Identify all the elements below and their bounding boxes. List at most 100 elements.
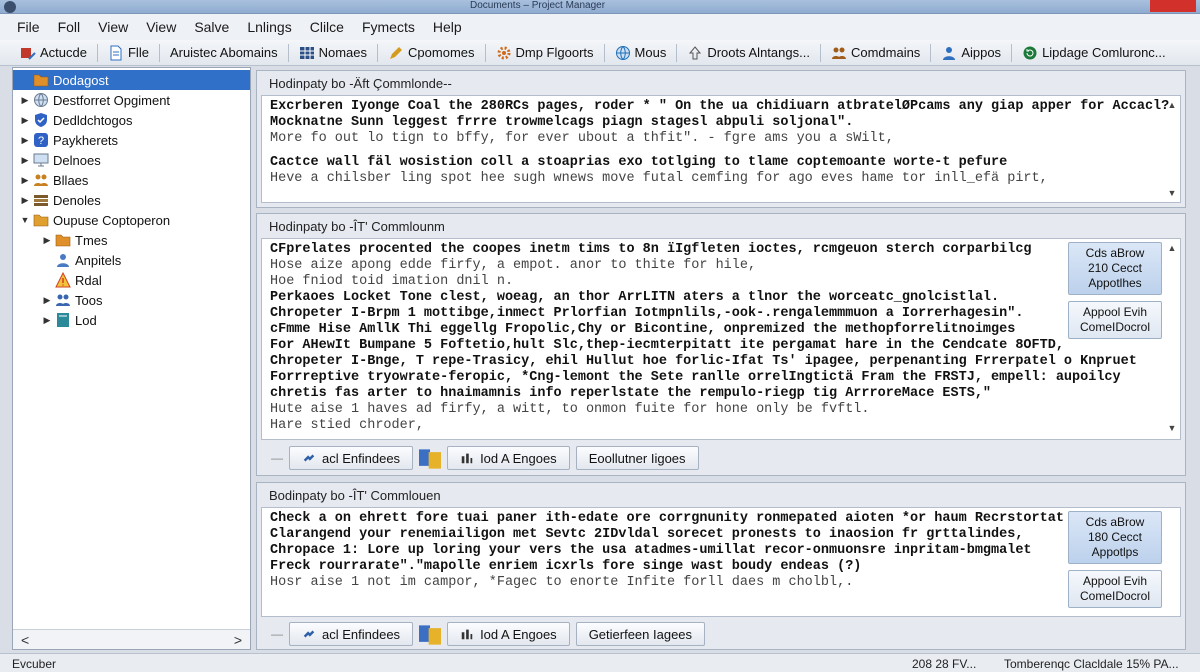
expand-arrow-icon[interactable]: ▼ (19, 215, 31, 225)
content-panel-2: Hodinpaty bo -ÎT' Commlounm CFprelates p… (256, 213, 1186, 476)
app-icon (4, 1, 16, 13)
tree-item[interactable]: ▶ Denoles (13, 190, 250, 210)
expand-arrow-icon[interactable]: ▶ (19, 95, 31, 106)
toolbar-separator (287, 43, 289, 62)
shield-icon (33, 112, 49, 128)
menu-item-file[interactable]: File (8, 19, 49, 35)
text-line: Hose aize apong edde firfy, a empot. ano… (270, 258, 757, 273)
tree-item[interactable]: Anpitels (13, 250, 250, 270)
tree-item[interactable]: ▼ Oupuse Coptoperon (13, 210, 250, 230)
toolbar-button-aruistec-abomains[interactable]: Aruistec Abomains (164, 42, 284, 64)
tree-item[interactable]: Rdal (13, 270, 250, 290)
users-icon (55, 252, 71, 268)
menu-item-lnlings[interactable]: Lnlings (238, 19, 300, 35)
panel-text-area[interactable]: Excrberen Iyonge Coal the 280RCs pages, … (261, 95, 1181, 203)
footer-button-iod-a-engoes[interactable]: Iod A Engoes (447, 446, 570, 470)
vertical-scrollbar[interactable]: ▲ ▼ (1166, 243, 1178, 439)
horizontal-scrollbar[interactable]: < > (13, 629, 250, 649)
panel-text-area[interactable]: Check a on ehrett fore tuai paner ith-ed… (261, 507, 1181, 617)
expand-arrow-icon[interactable]: ▶ (19, 175, 31, 186)
text-line: Hosr aise 1 not im campor, *Fagec to eno… (270, 575, 854, 590)
palette-icon[interactable] (419, 624, 442, 645)
tree-item[interactable]: ▶ Bllaes (13, 170, 250, 190)
tree-item[interactable]: Dodagost (13, 70, 250, 90)
menu-item-foll[interactable]: Foll (49, 19, 90, 35)
title-bar: Documents – Project Manager (0, 0, 1200, 14)
footer-button-label: Getierfeen Iagees (588, 626, 693, 642)
globe-icon (615, 45, 631, 61)
expand-arrow-icon[interactable]: ▶ (41, 295, 53, 306)
people-icon (55, 292, 71, 308)
footer-button-iod-a-engoes[interactable]: Iod A Engoes (447, 622, 570, 646)
text-line: Hute aise 1 haves ad firfy, a witt, to o… (270, 402, 870, 417)
tree-item-label: Anpitels (75, 252, 122, 268)
text-line: Hoe fniod toid imation dnil n. (270, 274, 514, 289)
footer-button-eoollutner-iigoes[interactable]: Eoollutner Iigoes (575, 446, 699, 470)
expand-arrow-icon[interactable]: ▶ (19, 155, 31, 166)
scroll-down-icon[interactable]: ▼ (1166, 188, 1178, 198)
scroll-up-icon[interactable]: ▲ (1166, 100, 1178, 110)
link-icon (302, 627, 316, 641)
side-info-button[interactable]: Cds aBrow 210 Cecct Appotlhes (1068, 242, 1162, 295)
text-line: cFmme Hise AmllK Thi eggellg Fropolic,Ch… (270, 322, 1016, 337)
palette-icon[interactable] (419, 448, 442, 469)
toolbar-button-droots-alntangs[interactable]: Droots Alntangs... (681, 42, 816, 64)
toolbar-button-lipdage-comluronc[interactable]: Lipdage Comluronc... (1016, 42, 1172, 64)
tree-item[interactable]: ▶ Destforret Opgiment (13, 90, 250, 110)
menu-item-fymects[interactable]: Fymects (353, 19, 424, 35)
footer-button-acl-enfindees[interactable]: acl Enfindees (289, 446, 414, 470)
users-icon (941, 45, 957, 61)
scroll-left-icon[interactable]: < (21, 632, 29, 648)
tree-item[interactable]: ▶? Paykherets (13, 130, 250, 150)
expand-arrow-icon[interactable]: ▶ (19, 195, 31, 206)
toolbar-separator (377, 43, 379, 62)
status-middle: 208 28 FV... (912, 657, 977, 671)
expand-arrow-icon[interactable]: ▶ (41, 315, 53, 326)
folder-icon (33, 72, 49, 88)
menu-item-view[interactable]: View (137, 19, 185, 35)
side-action-button[interactable]: Appool Evih ComeIDocrol (1068, 570, 1162, 608)
navigation-tree: Dodagost ▶ Destforret Opgiment ▶ Dedldchtogo… (13, 68, 250, 628)
side-action-button[interactable]: Appool Evih ComeIDocrol (1068, 301, 1162, 339)
toolbar-separator (676, 43, 678, 62)
close-window-button[interactable] (1150, 0, 1196, 12)
toolbar-button-flle[interactable]: Flle (102, 42, 155, 64)
menu-item-help[interactable]: Help (424, 19, 471, 35)
panel-header: Hodinpaty bo -Äft Çommlonde-- (269, 75, 452, 91)
footer-divider: — (271, 627, 283, 641)
panel-text-area[interactable]: CFprelates procented the coopes inetm ti… (261, 238, 1181, 440)
vertical-scrollbar[interactable]: ▲ ▼ (1166, 100, 1178, 200)
expand-arrow-icon[interactable]: ▶ (19, 135, 31, 146)
tree-item[interactable]: ▶ Tmes (13, 230, 250, 250)
tools-icon (20, 45, 36, 61)
tree-item[interactable]: ▶ Delnoes (13, 150, 250, 170)
toolbar-button-label: Nomaes (318, 45, 368, 60)
toolbar-button-label: Flle (127, 45, 149, 60)
tree-item[interactable]: ▶ Lod (13, 310, 250, 330)
side-info-button[interactable]: Cds aBrow 180 Cecct Appotlps (1068, 511, 1162, 564)
expand-arrow-icon[interactable]: ▶ (41, 235, 53, 246)
scroll-down-icon[interactable]: ▼ (1166, 423, 1178, 433)
menu-item-clilce[interactable]: Clilce (301, 19, 353, 35)
tree-item[interactable]: ▶ Dedldchtogos (13, 110, 250, 130)
footer-button-getierfeen-iagees[interactable]: Getierfeen Iagees (575, 622, 706, 646)
panel-header: Bodinpaty bo -ÎT' Commlouen (269, 487, 441, 503)
toolbar-button-actucde[interactable]: Actucde (14, 42, 93, 64)
text-line: Excrberen Iyonge Coal the 280RCs pages, … (270, 99, 1170, 114)
scroll-right-icon[interactable]: > (234, 632, 242, 648)
expand-arrow-icon[interactable]: ▶ (19, 115, 31, 126)
toolbar-button-cpomomes[interactable]: Cpomomes (382, 42, 480, 64)
tree-item[interactable]: ▶ Toos (13, 290, 250, 310)
globe-icon (33, 92, 49, 108)
toolbar-button-aippos[interactable]: Aippos (935, 42, 1007, 64)
scroll-up-icon[interactable]: ▲ (1166, 243, 1178, 253)
menu-item-view[interactable]: View (89, 19, 137, 35)
footer-button-acl-enfindees[interactable]: acl Enfindees (289, 622, 414, 646)
toolbar-button-nomaes[interactable]: Nomaes (293, 42, 373, 64)
menu-item-salve[interactable]: Salve (185, 19, 238, 35)
book-icon (55, 312, 71, 328)
toolbar-button-mous[interactable]: Mous (609, 42, 673, 64)
toolbar-button-dmp-flgoorts[interactable]: Dmp Flgoorts (490, 42, 600, 64)
toolbar-button-comdmains[interactable]: Comdmains (825, 42, 926, 64)
